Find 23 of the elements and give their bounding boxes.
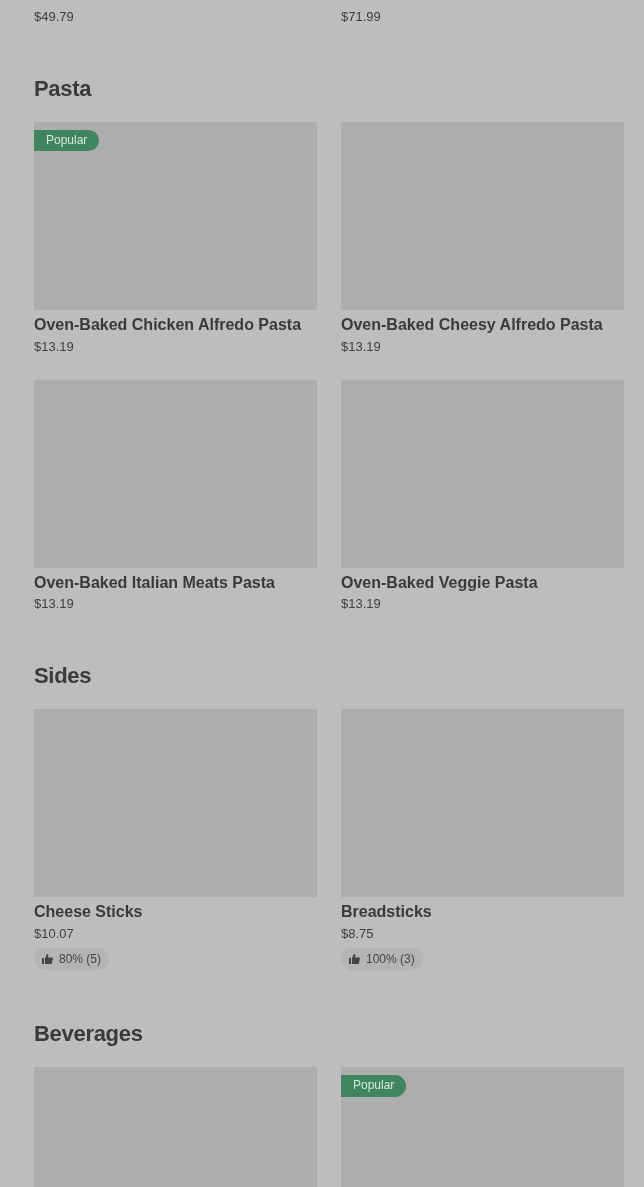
item-price: $13.19 (341, 596, 382, 614)
thumbs-up-icon (42, 953, 53, 964)
item-name: Cheese Sticks (34, 902, 144, 923)
item-name: Oven-Baked Cheesy Alfredo Pasta (341, 314, 604, 335)
item-price: $8.75 (341, 926, 375, 943)
section-heading: Sides (34, 665, 93, 688)
rating-pill: 80% (5) (34, 947, 110, 970)
thumbs-up-icon (349, 953, 360, 964)
popular-tag: Popular (341, 1074, 407, 1097)
item-name: Oven-Baked Italian Meats Pasta (34, 572, 276, 593)
item-price: $49.79 (34, 9, 75, 26)
item-price: $13.19 (34, 596, 75, 614)
item-price: $10.07 (34, 926, 75, 943)
item-name: Oven-Baked Veggie Pasta (341, 572, 539, 593)
item-name: Oven-Baked Chicken Alfredo Pasta (34, 314, 303, 335)
section-heading: Beverages (34, 1022, 144, 1045)
popular-tag: Popular (34, 129, 100, 152)
item-name: Breadsticks (341, 902, 433, 923)
section-heading: Pasta (34, 77, 93, 100)
item-price: $13.19 (341, 338, 382, 356)
item-price: $13.19 (34, 338, 75, 356)
item-price: $71.99 (341, 9, 382, 26)
rating-pill: 100% (3) (341, 947, 423, 970)
